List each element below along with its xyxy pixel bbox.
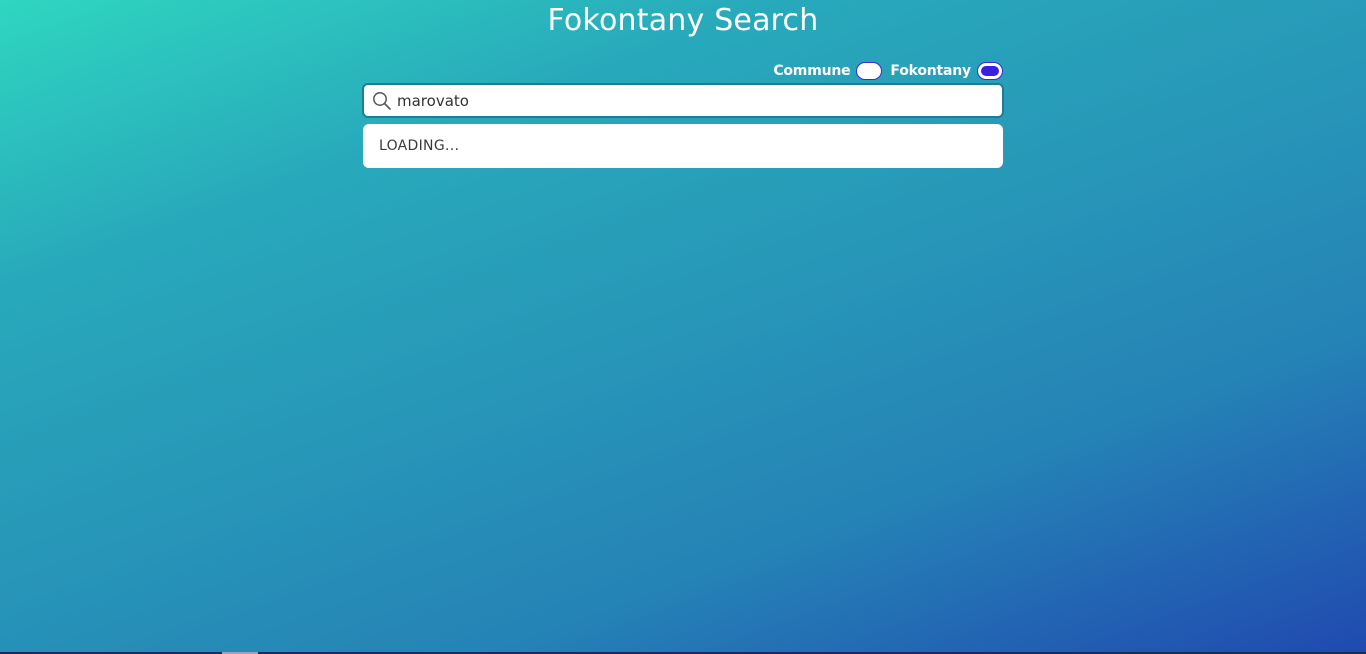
search-mode-toggles: Commune Fokontany (773, 60, 1003, 82)
toggle-commune-label: Commune (773, 63, 851, 79)
loading-status: LOADING... (379, 138, 460, 154)
search-box (362, 83, 1004, 118)
toggle-fokontany: Fokontany (890, 61, 1003, 81)
page-title: Fokontany Search (547, 3, 819, 38)
results-panel: LOADING... (363, 124, 1003, 168)
fokontany-switch[interactable] (977, 62, 1003, 80)
commune-switch[interactable] (856, 62, 883, 80)
toggle-fokontany-label: Fokontany (890, 63, 971, 79)
search-input[interactable] (397, 88, 977, 113)
toggle-commune: Commune (773, 61, 883, 81)
search-icon (372, 91, 392, 111)
